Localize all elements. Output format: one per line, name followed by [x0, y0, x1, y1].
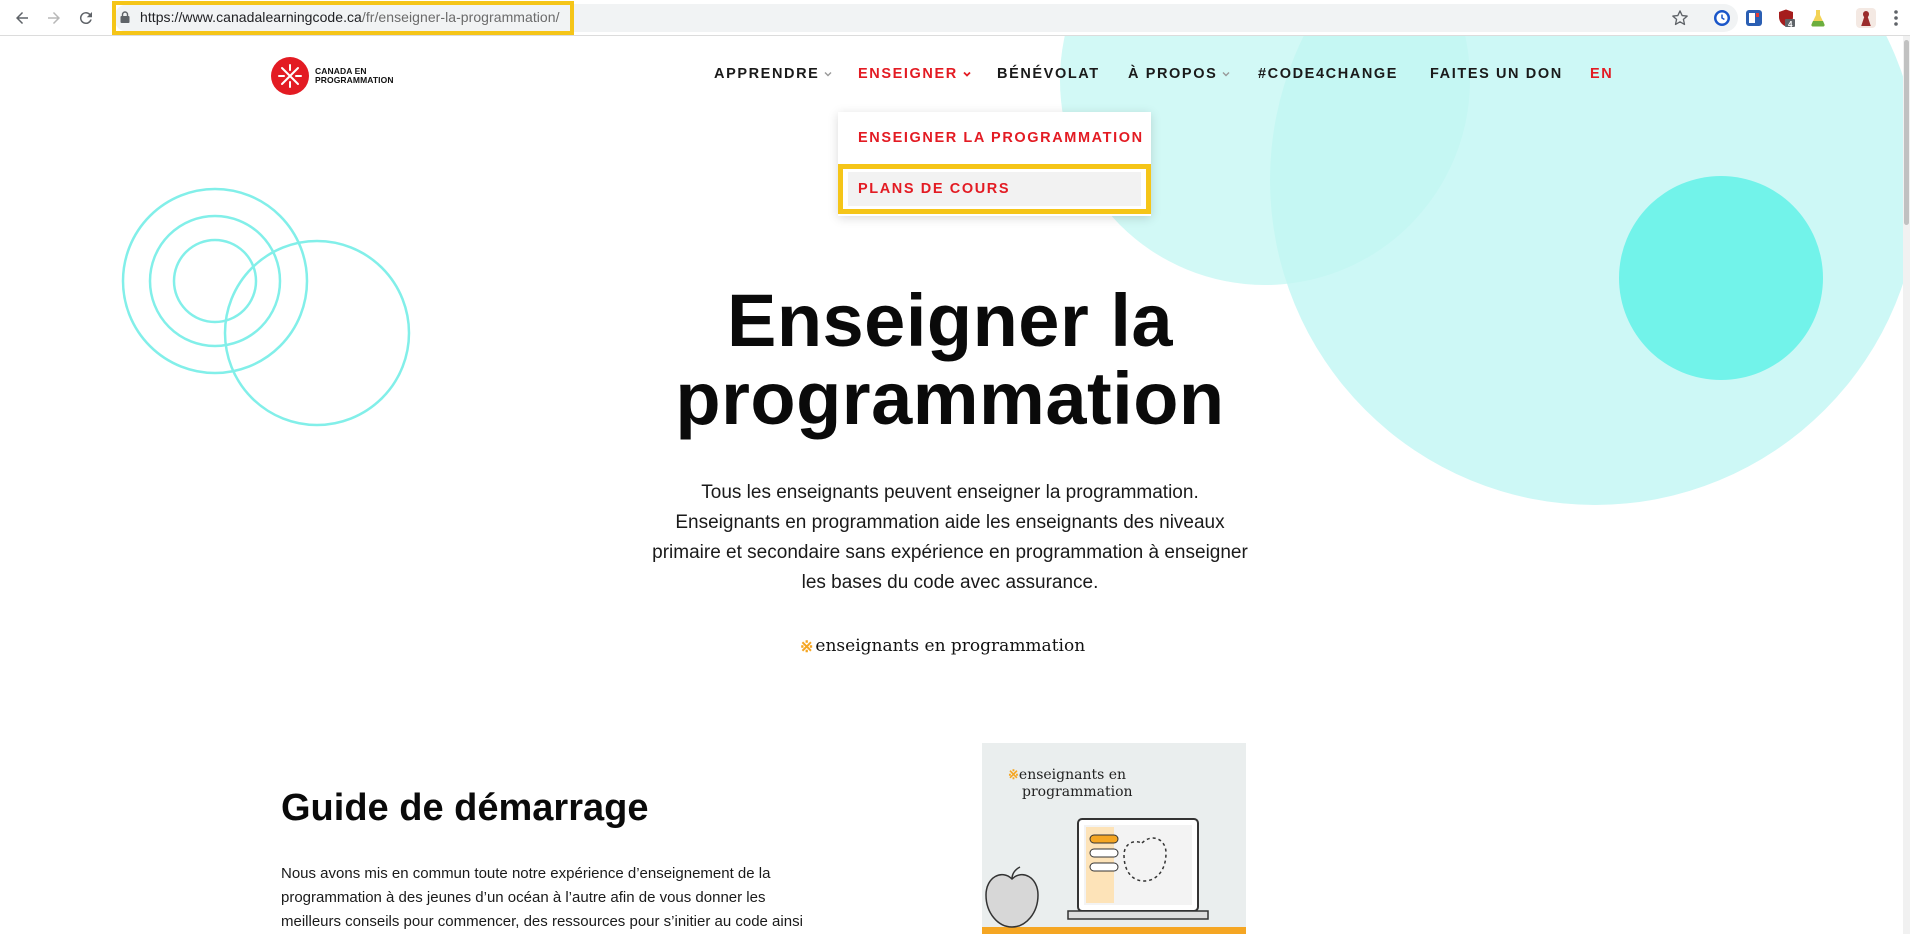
program-brand: ※ enseignants en programmation — [800, 636, 1085, 656]
reload-icon — [79, 12, 92, 25]
logo-line2: PROGRAMMATION — [315, 75, 394, 85]
nav-enseigner[interactable]: ENSEIGNER — [858, 66, 972, 82]
guide-title: Guide de démarrage — [281, 787, 649, 829]
hero-description: Tous les enseignants peuvent enseigner l… — [600, 478, 1300, 598]
card-brand: ※enseignants en programmation — [1008, 767, 1133, 800]
forward-button[interactable] — [42, 6, 66, 30]
nav-a-propos[interactable]: À PROPOS — [1128, 66, 1231, 82]
nav-lang-label: EN — [1590, 66, 1614, 82]
forward-arrow-icon — [48, 12, 60, 24]
logo-text: CANADA EN PROGRAMMATION — [315, 67, 405, 85]
chevron-down-icon — [963, 71, 971, 77]
teal-circle — [1619, 176, 1823, 380]
nav-faites-un-don[interactable]: FAITES UN DON — [1430, 66, 1563, 82]
browser-menu-icon[interactable] — [1892, 8, 1900, 28]
reload-button[interactable] — [74, 6, 98, 30]
bookmark-ext-icon[interactable] — [1744, 8, 1764, 28]
guide-cover-card[interactable]: ※enseignants en programmation — [982, 743, 1246, 934]
desc-line-1: Tous les enseignants peuvent enseigner l… — [701, 482, 1199, 503]
site-logo[interactable]: CANADA EN PROGRAMMATION — [271, 57, 405, 95]
bookmark-star-icon[interactable] — [1670, 8, 1690, 28]
back-button[interactable] — [10, 6, 34, 30]
flask-ext-icon[interactable] — [1808, 8, 1828, 28]
nav-don-label: FAITES UN DON — [1430, 66, 1563, 82]
nav-enseigner-label: ENSEIGNER — [858, 66, 958, 82]
ring-cluster — [121, 187, 411, 427]
nav-apprendre-label: APPRENDRE — [714, 66, 820, 82]
desc-line-4: les bases du code avec assurance. — [801, 572, 1099, 593]
card-line-2: programmation — [1022, 784, 1133, 800]
chevron-down-icon — [1222, 72, 1230, 77]
nav-benevolat[interactable]: BÉNÉVOLAT — [997, 66, 1100, 82]
scrollbar-thumb[interactable] — [1904, 40, 1909, 225]
dropdown-highlight-box — [838, 164, 1151, 214]
nav-a-propos-label: À PROPOS — [1128, 66, 1218, 82]
dropdown-item-enseigner-la-programmation[interactable]: ENSEIGNER LA PROGRAMMATION — [858, 130, 1144, 146]
back-arrow-icon — [16, 12, 28, 24]
brand-asterisk-icon: ※ — [800, 636, 814, 656]
guide-line-2: programmation à des jeunes d’un océan à … — [281, 889, 766, 906]
guide-line-3: meilleurs conseils pour commencer, des r… — [281, 913, 803, 930]
nav-code4change-label: #CODE4CHANGE — [1258, 66, 1399, 82]
desc-line-2: Enseignants en programmation aide les en… — [675, 512, 1225, 533]
guide-text: Nous avons mis en commun toute notre exp… — [281, 862, 841, 934]
clock-ext-icon[interactable] — [1712, 8, 1732, 28]
shield-ext-icon[interactable] — [1776, 8, 1796, 28]
title-line-2: programmation — [675, 357, 1225, 440]
guide-line-1: Nous avons mis en commun toute notre exp… — [281, 865, 771, 882]
nav-code4change[interactable]: #CODE4CHANGE — [1258, 66, 1398, 82]
card-line-1: enseignants en — [1018, 767, 1127, 783]
title-line-1: Enseigner la — [726, 279, 1174, 362]
desc-line-3: primaire et secondaire sans expérience e… — [652, 542, 1248, 563]
nav-lang-en[interactable]: EN — [1590, 66, 1613, 82]
ext-badge: 4 — [1788, 20, 1793, 29]
laptop-illustration — [982, 818, 1246, 934]
page-title: Enseigner la programmation — [560, 282, 1340, 438]
chevron-down-icon — [824, 72, 832, 77]
logo-mark-icon — [271, 57, 309, 95]
profile-avatar[interactable] — [1856, 8, 1876, 28]
browser-toolbar: https://www.canadalearningcode.ca/fr/ens… — [0, 0, 1910, 36]
light-cyan-circle-large — [1270, 36, 1910, 505]
brand-text: enseignants en programmation — [815, 636, 1086, 656]
nav-benevolat-label: BÉNÉVOLAT — [997, 66, 1100, 82]
url-highlight-box — [112, 1, 574, 35]
card-asterisk-icon: ※ — [1008, 768, 1019, 783]
nav-apprendre[interactable]: APPRENDRE — [714, 66, 833, 82]
